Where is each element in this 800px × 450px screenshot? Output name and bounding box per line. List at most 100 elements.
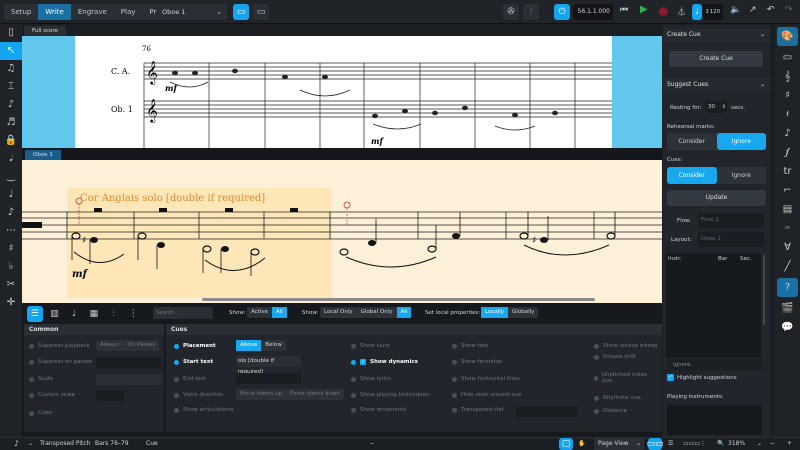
palette-icon[interactable]: 🎨	[777, 27, 798, 46]
record-icon[interactable]	[659, 7, 668, 16]
globally-button[interactable]: Globally	[508, 307, 538, 318]
suggest-cues-header[interactable]: Suggest Cues ⌄	[663, 78, 770, 92]
horizontal-scrollbar[interactable]	[202, 298, 595, 301]
ear-icon[interactable]: ?	[777, 278, 798, 297]
volume-icon[interactable]: 🔈	[730, 5, 741, 15]
chord-icon[interactable]: ♫	[0, 60, 22, 78]
property-toggle[interactable]	[29, 376, 34, 382]
power-icon[interactable]: ⏻	[554, 4, 570, 20]
view-select[interactable]: Page View ⌄	[594, 438, 644, 450]
voice-icon[interactable]: ♪	[0, 96, 22, 114]
mode-setup[interactable]: Setup	[4, 4, 38, 20]
pitch-mode[interactable]: Transposed Pitch	[40, 438, 90, 450]
above-button[interactable]: Above	[236, 340, 262, 351]
property-toggle[interactable]	[174, 392, 179, 398]
mode-write[interactable]: Write	[38, 4, 71, 20]
zoom-in-icon[interactable]: +	[787, 438, 792, 450]
always-button[interactable]: Always	[96, 340, 123, 351]
tempo-display[interactable]: ↕120	[703, 4, 723, 20]
zoom-out-icon[interactable]: −	[770, 438, 775, 450]
note-tempo-icon[interactable]: ♪	[775, 124, 800, 143]
horizontal-icon[interactable]: ▭▭▭	[683, 438, 700, 450]
select-mode-icon[interactable]: ▢	[559, 438, 573, 450]
metronome-icon[interactable]: ⏃	[677, 5, 686, 18]
ornaments-icon[interactable]: tr	[775, 162, 800, 181]
spreads-icon[interactable]: ▭▭	[647, 438, 664, 450]
properties-icon[interactable]: ☰	[27, 306, 43, 322]
mixer-icon[interactable]: ⫶	[106, 306, 122, 322]
custom-scale-field[interactable]	[96, 390, 124, 401]
rewind-icon[interactable]: ⏮	[620, 5, 628, 15]
resting-stepper[interactable]: 30 ⇕	[705, 101, 727, 113]
flow-select[interactable]: Flow 1	[698, 213, 764, 228]
property-toggle[interactable]	[351, 359, 356, 365]
tempo-icon[interactable]: 𝄽	[775, 105, 800, 124]
time-signature-icon[interactable]: ▭	[775, 48, 800, 67]
guitar-icon[interactable]: ♩	[66, 306, 82, 322]
note-icon[interactable]: ♪	[14, 438, 19, 450]
passes-field[interactable]	[96, 357, 161, 368]
add-icon[interactable]: ✛	[0, 294, 22, 312]
on-passes-button[interactable]: On Passes	[123, 340, 159, 351]
external-link-icon[interactable]: ↗	[749, 5, 757, 15]
create-cue-button[interactable]: Create Cue	[669, 51, 763, 67]
update-button[interactable]: Update	[667, 190, 766, 206]
chevron-down-icon[interactable]: ⌄	[757, 438, 762, 450]
cue-label[interactable]: Cor Anglais solo [double if required]	[80, 193, 265, 204]
ties-icon[interactable]: ‿	[0, 168, 22, 186]
playing-technique-icon[interactable]: ∀	[775, 238, 800, 257]
dynamics-icon[interactable]: 𝆑	[775, 143, 800, 162]
grid-icon[interactable]: ▦	[86, 306, 102, 322]
mode-engrave[interactable]: Engrave	[71, 4, 114, 20]
video-icon[interactable]: ✇	[503, 4, 519, 20]
mixer-icon[interactable]: ⫶	[523, 4, 539, 20]
vertical-scrollbar[interactable]	[763, 255, 765, 325]
rhythm-icon[interactable]: ♪	[0, 204, 22, 222]
cues-ignore[interactable]: Ignore	[716, 167, 766, 184]
panel-toggle-icon[interactable]: ▯	[0, 24, 22, 42]
tab-full-score[interactable]: Full score	[24, 26, 66, 36]
key-signature-icon[interactable]: ♯	[775, 86, 800, 105]
property-toggle[interactable]	[174, 376, 179, 382]
property-toggle[interactable]	[174, 407, 179, 413]
mode-play[interactable]: Play	[114, 4, 143, 20]
sharp-icon[interactable]: ♯	[0, 240, 22, 258]
hand-icon[interactable]: ✋	[578, 438, 585, 450]
highlight-suggestions-checkbox[interactable]: ✓ Highlight suggestions	[667, 374, 737, 381]
collapse-icon[interactable]: ⌣	[370, 438, 374, 450]
property-toggle[interactable]	[29, 410, 34, 416]
show-active[interactable]: Active	[247, 307, 272, 318]
transposed-clef-field[interactable]	[516, 406, 578, 417]
flat-icon[interactable]: ♭	[0, 258, 22, 276]
stems-up-button[interactable]: Force stems up	[236, 389, 286, 400]
note-icon[interactable]: ♩	[0, 186, 22, 204]
window-icon[interactable]: ▭	[253, 4, 269, 20]
fermata-icon[interactable]: 𝄐	[775, 219, 800, 238]
zoom-icon[interactable]: 🔍	[717, 438, 724, 450]
scissors-icon[interactable]: ✂	[0, 276, 22, 294]
rehearsal-consider[interactable]: Consider	[667, 133, 717, 150]
galley-view-icon[interactable]: ▭	[233, 4, 249, 20]
insert-icon[interactable]: ⌶	[0, 78, 22, 96]
layout-select[interactable]: Oboe 1	[698, 232, 764, 247]
property-toggle[interactable]	[29, 359, 34, 365]
checkbox-checked-icon[interactable]: ✓	[360, 359, 366, 365]
end-text-field[interactable]	[236, 373, 301, 384]
key-editor-icon[interactable]: ⋮	[125, 306, 141, 322]
clef-icon[interactable]: 𝄞	[775, 67, 800, 86]
rehearsal-ignore[interactable]: Ignore	[716, 133, 766, 150]
tab-oboe-1[interactable]: Oboe 1	[25, 150, 61, 160]
search-input[interactable]	[153, 307, 213, 319]
note-input-icon[interactable]: ♩	[692, 4, 702, 20]
repeat-icon[interactable]: ⌐	[775, 181, 800, 200]
grace-icon[interactable]: ♬	[0, 114, 22, 132]
property-toggle[interactable]	[174, 343, 179, 349]
layout-select[interactable]: Oboe 1 ⌄	[157, 4, 227, 20]
lock-icon[interactable]: 🔒	[0, 132, 22, 150]
chevron-down-icon[interactable]: ⌄	[28, 438, 33, 450]
locally-button[interactable]: Locally	[481, 307, 509, 318]
zoom-level[interactable]: 318%	[728, 438, 745, 450]
clapper-icon[interactable]: 🎬	[775, 299, 800, 318]
select-icon[interactable]: ↖	[0, 42, 22, 60]
ignore-button[interactable]: Ignore	[667, 359, 762, 371]
